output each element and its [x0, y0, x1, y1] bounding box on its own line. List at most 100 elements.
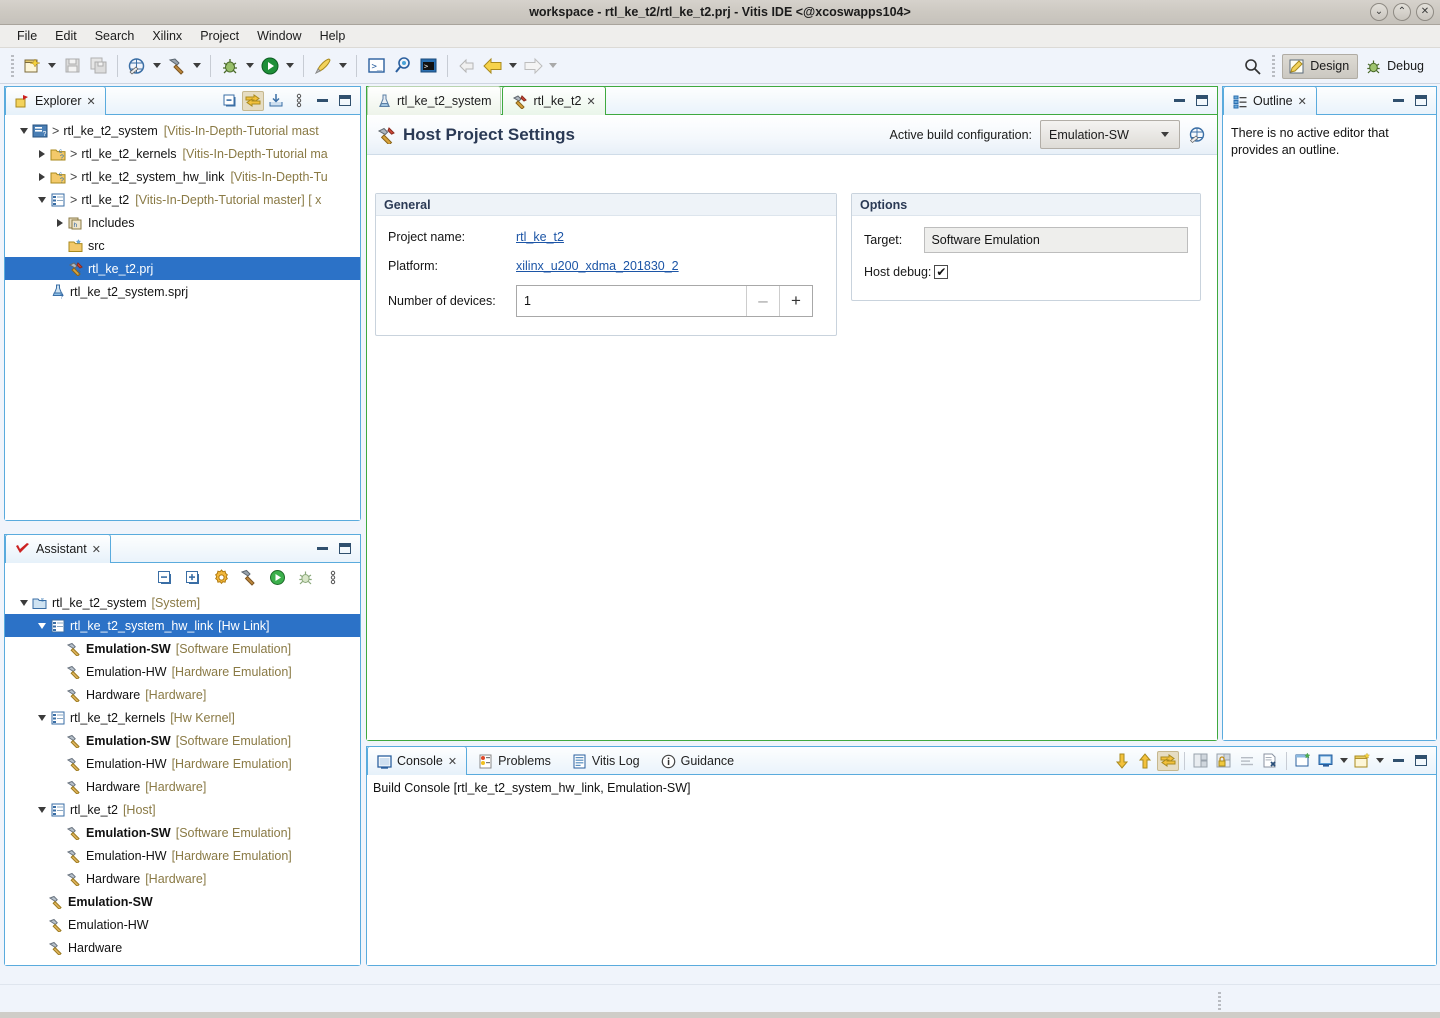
assistant-tree[interactable]: s rtl_ke_t2_system [System] rtl_ke_t2_sy… — [5, 591, 360, 959]
debug-bug-icon[interactable] — [294, 566, 316, 588]
explorer-minimize-icon[interactable] — [311, 91, 333, 111]
platform-link[interactable]: xilinx_u200_xdma_201830_2 — [516, 259, 679, 273]
assistant-item-build-config[interactable]: Emulation-SW [Software Emulation] — [5, 637, 360, 660]
settings-gear-icon[interactable] — [210, 566, 232, 588]
tab-console[interactable]: Console ✕ — [367, 746, 468, 775]
tab-outline[interactable]: Outline ✕ — [1223, 86, 1317, 115]
save-all-icon[interactable] — [85, 53, 111, 79]
tree-item-src[interactable]: src — [5, 234, 360, 257]
twisty-open-icon[interactable] — [17, 596, 31, 610]
tree-item-rtl-ke-t2-prj[interactable]: ? rtl_ke_t2.prj — [5, 257, 360, 280]
assistant-item-hw-kernel[interactable]: rtl_ke_t2_kernels [Hw Kernel] — [5, 706, 360, 729]
link-with-editor-icon[interactable] — [242, 90, 264, 111]
expand-all-icon[interactable] — [182, 566, 204, 588]
save-console-icon[interactable] — [1190, 751, 1212, 771]
debug-dropdown-icon[interactable] — [243, 53, 257, 79]
explorer-tree[interactable]: ? > rtl_ke_t2_system [Vitis-In-Depth-Tut… — [5, 115, 360, 303]
menu-edit[interactable]: Edit — [46, 27, 86, 45]
run-icon[interactable] — [257, 53, 283, 79]
forward-arrow-icon[interactable] — [520, 53, 546, 79]
tab-rtl-ke-t2[interactable]: rtl_ke_t2 ✕ — [502, 86, 606, 115]
run-icon[interactable] — [266, 566, 288, 588]
run-dropdown-icon[interactable] — [283, 53, 297, 79]
outline-tab-close-icon[interactable]: ✕ — [1298, 95, 1307, 108]
forward-dropdown-icon[interactable] — [546, 53, 560, 79]
open-console-icon[interactable] — [1351, 751, 1373, 771]
decrement-button[interactable]: – — [746, 286, 779, 316]
perspective-grip[interactable] — [1272, 55, 1276, 77]
editor-minimize-icon[interactable] — [1168, 91, 1190, 111]
twisty-open-icon[interactable] — [35, 619, 49, 633]
perspective-debug[interactable]: Debug — [1360, 55, 1432, 78]
explorer-body[interactable]: ? > rtl_ke_t2_system [Vitis-In-Depth-Tut… — [5, 115, 360, 520]
tab-assistant[interactable]: Assistant ✕ — [5, 534, 111, 563]
chevron-down-icon[interactable] — [1161, 132, 1169, 137]
build-all-icon[interactable] — [124, 53, 150, 79]
new-file-dropdown-icon[interactable] — [45, 53, 59, 79]
xsct-console-icon[interactable]: > — [415, 53, 441, 79]
tab-vitis-log[interactable]: Vitis Log — [562, 746, 650, 775]
window-controls[interactable]: ⌄ ⌃ ✕ — [1370, 3, 1434, 21]
assistant-minimize-icon[interactable] — [311, 539, 333, 559]
tree-item-rtl-ke-t2-system[interactable]: ? > rtl_ke_t2_system [Vitis-In-Depth-Tut… — [5, 119, 360, 142]
quantity-stepper[interactable]: – + — [516, 285, 813, 317]
tree-item-rtl-ke-t2-system-sprj[interactable]: ? rtl_ke_t2_system.sprj — [5, 280, 360, 303]
collapse-all-icon[interactable] — [154, 566, 176, 588]
search-icon[interactable] — [1239, 53, 1265, 79]
assistant-item-system-build[interactable]: Emulation-HW — [5, 913, 360, 936]
toolbar-grip[interactable] — [11, 54, 14, 77]
twisty-closed-icon[interactable] — [35, 147, 49, 161]
menu-file[interactable]: File — [8, 27, 46, 45]
menu-project[interactable]: Project — [191, 27, 248, 45]
close-button[interactable]: ✕ — [1416, 3, 1434, 21]
perspective-design[interactable]: Design — [1282, 53, 1359, 79]
assistant-maximize-icon[interactable] — [334, 539, 356, 559]
new-console-view-icon[interactable] — [1292, 751, 1314, 771]
collapse-all-icon[interactable] — [219, 91, 241, 111]
tree-item-rtl-ke-t2-system-hw-link[interactable]: c? > rtl_ke_t2_system_hw_link [Vitis-In-… — [5, 165, 360, 188]
twisty-closed-icon[interactable] — [35, 170, 49, 184]
back-history-icon[interactable] — [454, 53, 480, 79]
assistant-item-build-config[interactable]: Hardware [Hardware] — [5, 867, 360, 890]
back-arrow-icon[interactable] — [480, 53, 506, 79]
console-maximize-icon[interactable] — [1410, 751, 1432, 771]
tree-item-rtl-ke-t2[interactable]: > rtl_ke_t2 [Vitis-In-Depth-Tutorial mas… — [5, 188, 360, 211]
twisty-closed-icon[interactable] — [53, 216, 67, 230]
launch-rocket-icon[interactable] — [310, 53, 336, 79]
build-hammer-icon[interactable] — [238, 566, 260, 588]
assistant-item-hw-link[interactable]: rtl_ke_t2_system_hw_link [Hw Link] — [5, 614, 360, 637]
debug-bug-icon[interactable] — [217, 53, 243, 79]
word-wrap-icon[interactable] — [1236, 751, 1258, 771]
build-settings-icon[interactable] — [1188, 125, 1207, 144]
menu-window[interactable]: Window — [248, 27, 310, 45]
terminal-icon[interactable]: >_ — [363, 53, 389, 79]
new-file-icon[interactable] — [19, 53, 45, 79]
tree-item-includes[interactable]: h Includes — [5, 211, 360, 234]
assistant-item-build-config[interactable]: Hardware [Hardware] — [5, 775, 360, 798]
target-connect-icon[interactable] — [389, 53, 415, 79]
menu-xilinx[interactable]: Xilinx — [143, 27, 191, 45]
back-dropdown-icon[interactable] — [506, 53, 520, 79]
explorer-maximize-icon[interactable] — [334, 91, 356, 111]
twisty-open-icon[interactable] — [35, 711, 49, 725]
assistant-body[interactable]: s rtl_ke_t2_system [System] rtl_ke_t2_sy… — [5, 563, 360, 965]
save-icon[interactable] — [59, 53, 85, 79]
assistant-item-build-config[interactable]: Emulation-SW [Software Emulation] — [5, 821, 360, 844]
assistant-item-build-config[interactable]: Emulation-HW [Hardware Emulation] — [5, 844, 360, 867]
tab-problems[interactable]: Problems — [468, 746, 561, 775]
tab-guidance[interactable]: Guidance — [651, 746, 745, 775]
open-console-dropdown-icon[interactable] — [1374, 751, 1386, 771]
twisty-open-icon[interactable] — [35, 803, 49, 817]
host-debug-checkbox[interactable]: ✔ — [934, 265, 949, 279]
scroll-up-icon[interactable] — [1134, 751, 1156, 771]
assistant-item-system[interactable]: s rtl_ke_t2_system [System] — [5, 591, 360, 614]
twisty-open-icon[interactable] — [35, 193, 49, 207]
maximize-button[interactable]: ⌃ — [1393, 3, 1411, 21]
status-bar-grip[interactable] — [1218, 992, 1221, 1010]
console-minimize-icon[interactable] — [1387, 751, 1409, 771]
tab-rtl-ke-t2-system[interactable]: rtl_ke_t2_system — [367, 86, 502, 115]
active-build-config-combo[interactable]: Emulation-SW — [1040, 120, 1180, 149]
assistant-item-system-build[interactable]: Emulation-SW — [5, 890, 360, 913]
project-name-link[interactable]: rtl_ke_t2 — [516, 230, 564, 244]
clear-console-icon[interactable] — [1259, 751, 1281, 771]
